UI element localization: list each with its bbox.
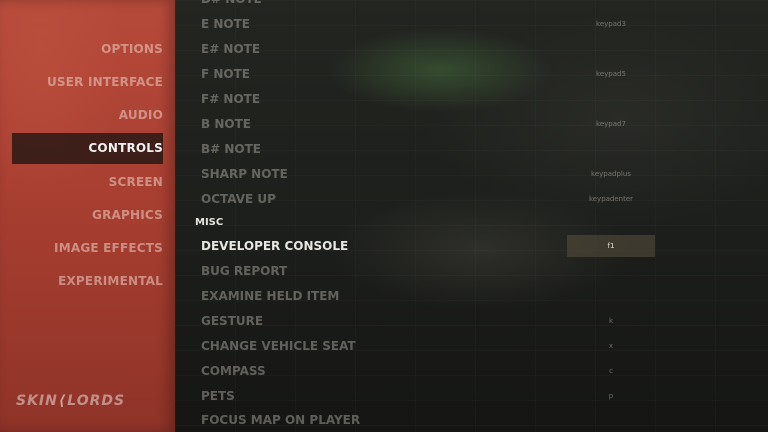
keybind-label: F# NOTE bbox=[201, 92, 261, 106]
keybind-value[interactable]: keypadplus bbox=[567, 162, 655, 187]
keybind-row[interactable]: CHANGE VEHICLE SEAT x bbox=[195, 334, 735, 359]
keybind-label: E# NOTE bbox=[201, 42, 261, 56]
controls-keybind-list: D# NOTE E NOTE keypad3 E# NOTE F NOTE ke… bbox=[195, 0, 755, 432]
settings-screen: OPTIONS USER INTERFACE AUDIO CONTROLS SC… bbox=[0, 0, 768, 432]
keybind-value[interactable]: keypad3 bbox=[567, 12, 655, 37]
logo-bracket-icon: ⟨ bbox=[58, 393, 67, 409]
keybind-row[interactable]: OCTAVE UP keypadenter bbox=[195, 187, 735, 212]
keybind-label: E NOTE bbox=[201, 17, 251, 31]
keybind-label: EXAMINE HELD ITEM bbox=[201, 289, 340, 303]
skinlords-logo: SKIN⟨LORDS bbox=[16, 393, 126, 409]
keybind-value[interactable] bbox=[567, 408, 655, 432]
keybind-value[interactable]: k bbox=[567, 309, 655, 334]
keybind-label: B NOTE bbox=[201, 117, 251, 131]
keybind-value[interactable] bbox=[567, 284, 655, 309]
keybind-row[interactable]: SHARP NOTE keypadplus bbox=[195, 162, 735, 187]
keybind-row[interactable]: E NOTE keypad3 bbox=[195, 12, 735, 37]
keybind-label: PETS bbox=[201, 389, 235, 403]
keybind-row[interactable]: COMPASS c bbox=[195, 359, 735, 384]
sidebar-item-image-effects[interactable]: IMAGE EFFECTS bbox=[13, 233, 163, 263]
keybind-value[interactable]: x bbox=[567, 334, 655, 359]
keybind-value[interactable]: p bbox=[567, 384, 655, 409]
keybind-row[interactable]: E# NOTE bbox=[195, 37, 735, 62]
keybind-row-developer-console[interactable]: DEVELOPER CONSOLE f1 bbox=[195, 234, 735, 259]
keybind-row[interactable]: F# NOTE bbox=[195, 87, 735, 112]
sidebar-item-user-interface[interactable]: USER INTERFACE bbox=[13, 67, 163, 97]
keybind-row[interactable]: PETS p bbox=[195, 384, 735, 409]
keybind-label: B# NOTE bbox=[201, 142, 262, 156]
keybind-value[interactable]: keypadenter bbox=[567, 187, 655, 212]
keybind-row[interactable]: EXAMINE HELD ITEM bbox=[195, 284, 735, 309]
keybind-value[interactable] bbox=[567, 259, 655, 284]
keybind-value[interactable]: keypad7 bbox=[567, 112, 655, 137]
keybind-label: DEVELOPER CONSOLE bbox=[201, 239, 349, 253]
keybind-label: SHARP NOTE bbox=[201, 167, 288, 181]
keybind-row-partial[interactable]: D# NOTE bbox=[195, 0, 735, 12]
keybind-row[interactable]: FOCUS MAP ON PLAYER bbox=[195, 408, 735, 432]
keybind-label: F NOTE bbox=[201, 67, 251, 81]
keybind-label: OCTAVE UP bbox=[201, 192, 276, 206]
keybind-label: COMPASS bbox=[201, 364, 266, 378]
keybind-value[interactable] bbox=[567, 137, 655, 162]
settings-sidebar: OPTIONS USER INTERFACE AUDIO CONTROLS SC… bbox=[0, 0, 175, 432]
sidebar-item-experimental[interactable]: EXPERIMENTAL bbox=[13, 266, 163, 296]
keybind-label: GESTURE bbox=[201, 314, 264, 328]
sidebar-item-controls[interactable]: CONTROLS bbox=[12, 133, 163, 164]
keybind-row[interactable]: B# NOTE bbox=[195, 137, 735, 162]
keybind-value[interactable] bbox=[567, 37, 655, 62]
keybind-label: CHANGE VEHICLE SEAT bbox=[201, 339, 356, 353]
sidebar-item-screen[interactable]: SCREEN bbox=[13, 167, 163, 197]
keybind-row[interactable]: GESTURE k bbox=[195, 309, 735, 334]
keybind-row[interactable]: B NOTE keypad7 bbox=[195, 112, 735, 137]
keybind-value[interactable] bbox=[567, 87, 655, 112]
keybind-label: BUG REPORT bbox=[201, 264, 288, 278]
keybind-value[interactable]: c bbox=[567, 359, 655, 384]
keybind-label: FOCUS MAP ON PLAYER bbox=[201, 413, 361, 427]
sidebar-item-audio[interactable]: AUDIO bbox=[13, 100, 163, 130]
sidebar-item-graphics[interactable]: GRAPHICS bbox=[13, 200, 163, 230]
keybind-value[interactable]: keypad5 bbox=[567, 62, 655, 87]
keybind-row[interactable]: F NOTE keypad5 bbox=[195, 62, 735, 87]
keybind-value[interactable]: f1 bbox=[567, 235, 655, 257]
section-header-misc: MISC bbox=[195, 217, 224, 228]
sidebar-item-options[interactable]: OPTIONS bbox=[13, 34, 163, 64]
keybind-row[interactable]: BUG REPORT bbox=[195, 259, 735, 284]
